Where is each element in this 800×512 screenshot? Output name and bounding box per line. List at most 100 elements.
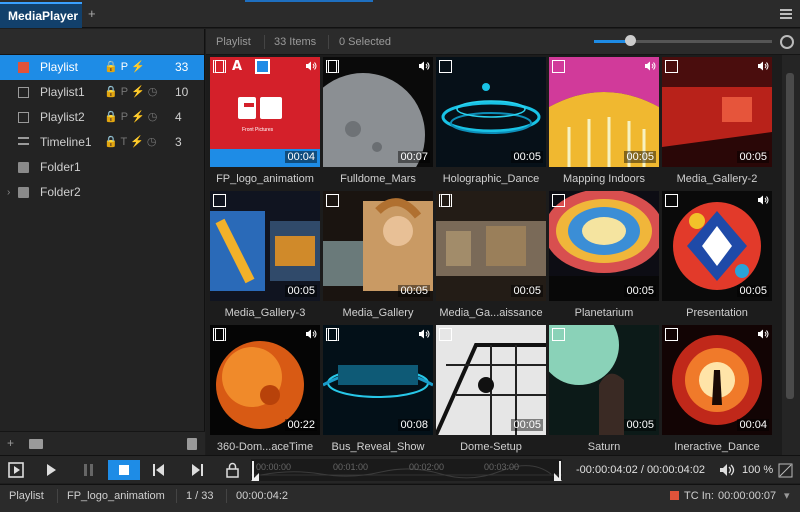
play-from-start-button[interactable]: [6, 460, 28, 480]
duration-label: 00:05: [511, 285, 543, 297]
image-icon: [326, 194, 339, 207]
next-button[interactable]: [186, 460, 208, 480]
media-card[interactable]: 00:05 Presentation: [662, 191, 772, 322]
add-folder-icon[interactable]: [29, 439, 43, 449]
timeline-tick: 00:00:00: [256, 462, 292, 472]
sidebar-item-count: 3: [175, 135, 182, 149]
media-thumbnail[interactable]: 00:05: [662, 191, 772, 301]
media-card[interactable]: 00:07 Fulldome_Mars: [323, 57, 433, 188]
tc-value: 00:00:00:07: [718, 490, 777, 502]
media-card[interactable]: 00:05 Mapping Indoors: [549, 57, 659, 188]
sidebar-item-flags[interactable]: 🔒 P ⚡: [104, 55, 174, 80]
media-thumbnail[interactable]: 00:07: [323, 57, 433, 167]
sidebar-item-label: Playlist1: [40, 85, 85, 99]
media-label: Fulldome_Mars: [340, 173, 416, 185]
folder-icon: [18, 187, 29, 198]
tc-label: TC In:: [684, 490, 714, 502]
expand-icon[interactable]: ›: [7, 180, 10, 205]
play-button[interactable]: [40, 460, 62, 480]
timeline-tick: 00:01:00: [333, 462, 369, 472]
volume-icon[interactable]: [716, 460, 738, 480]
timeline-scrubber[interactable]: 00:00:00 00:01:00 00:02:00 00:03:00: [251, 459, 562, 481]
media-thumbnail[interactable]: 00:05: [436, 191, 546, 301]
media-card[interactable]: 00:05 Media_Gallery-3: [210, 191, 320, 322]
chevron-down-icon[interactable]: ▾: [784, 485, 790, 507]
vertical-scrollbar[interactable]: [782, 55, 800, 455]
trash-icon[interactable]: [187, 438, 197, 450]
playlist-red-icon: [18, 62, 29, 73]
media-thumbnail[interactable]: 00:05: [549, 57, 659, 167]
add-item-button[interactable]: +: [7, 436, 14, 450]
add-tab-button[interactable]: +: [88, 6, 96, 21]
media-thumbnail[interactable]: 00:05: [436, 57, 546, 167]
audio-icon: [418, 61, 430, 71]
media-label: FP_logo_animatiom: [216, 173, 314, 185]
video-icon: [326, 328, 339, 341]
media-thumbnail[interactable]: Front Pictures A 00:04: [210, 57, 320, 167]
duration-label: 00:05: [511, 419, 543, 431]
media-card[interactable]: 00:05 Saturn: [549, 325, 659, 455]
media-thumbnail[interactable]: 00:05: [549, 325, 659, 435]
sidebar-item-label: Folder2: [40, 185, 81, 199]
audio-icon: [757, 329, 769, 339]
duration-label: 00:05: [624, 151, 656, 163]
thumbnail-size-slider[interactable]: [594, 40, 772, 43]
divider: [226, 489, 227, 503]
media-label: Ineractive_Dance: [674, 441, 760, 453]
audio-icon: [305, 61, 317, 71]
media-card[interactable]: 00:05 Holographic_Dance: [436, 57, 546, 188]
media-thumbnail[interactable]: 00:05: [210, 191, 320, 301]
eye-icon[interactable]: [780, 35, 794, 49]
previous-button[interactable]: [148, 460, 170, 480]
media-thumbnail[interactable]: 00:05: [436, 325, 546, 435]
media-thumbnail[interactable]: 00:05: [323, 191, 433, 301]
duration-label: 00:22: [285, 419, 317, 431]
menu-icon[interactable]: [780, 9, 792, 19]
status-bar: Playlist FP_logo_animatiom 1 / 33 00:00:…: [0, 484, 800, 512]
audio-icon: [644, 61, 656, 71]
video-icon: [326, 60, 339, 73]
media-thumbnail[interactable]: 00:05: [662, 57, 772, 167]
duration-label: 00:05: [737, 151, 769, 163]
sidebar-item-folder1[interactable]: Folder1: [0, 155, 204, 180]
slider-handle[interactable]: [624, 35, 636, 46]
volume-level[interactable]: 100 %: [742, 456, 773, 484]
media-card[interactable]: Front Pictures A 00:04 FP_logo_animatiom: [210, 57, 320, 188]
sidebar-item-playlist[interactable]: Playlist 🔒 P ⚡ 33: [0, 55, 204, 80]
media-card[interactable]: 00:05 Media_Gallery: [323, 191, 433, 322]
media-card[interactable]: 00:05 Media_Ga...aissance: [436, 191, 546, 322]
media-card[interactable]: 00:05 Planetarium: [549, 191, 659, 322]
media-card[interactable]: 00:22 360-Dom...aceTime: [210, 325, 320, 455]
playlist-icon: [18, 112, 29, 123]
sidebar-item-label: Playlist2: [40, 110, 85, 124]
sidebar-item-flags[interactable]: 🔒 P ⚡ ◷: [104, 80, 174, 105]
pause-button[interactable]: [78, 460, 100, 480]
divider: [328, 35, 329, 49]
tab-mediaplayer[interactable]: MediaPlayer: [0, 2, 82, 28]
media-card[interactable]: 00:08 Bus_Reveal_Show: [323, 325, 433, 455]
duration-label: 00:04: [737, 419, 769, 431]
lock-icon[interactable]: [222, 460, 244, 480]
scrollbar-thumb[interactable]: [786, 73, 794, 399]
media-grid: Front Pictures A 00:04 FP_logo_animatiom 00:…: [206, 55, 782, 455]
video-icon: [213, 60, 226, 73]
resize-icon[interactable]: [777, 460, 795, 480]
media-card[interactable]: 00:04 Ineractive_Dance: [662, 325, 772, 455]
sidebar-item-flags[interactable]: 🔒 T ⚡ ◷: [104, 130, 174, 155]
sidebar-item-timeline1[interactable]: Timeline1 🔒 T ⚡ ◷ 3: [0, 130, 204, 155]
stop-button[interactable]: [108, 460, 140, 480]
sidebar-item-flags[interactable]: 🔒 P ⚡ ◷: [104, 105, 174, 130]
sidebar-item-playlist2[interactable]: Playlist2 🔒 P ⚡ ◷ 4: [0, 105, 204, 130]
media-card[interactable]: 00:05 Media_Gallery-2: [662, 57, 772, 188]
media-card[interactable]: 00:05 Dome-Setup: [436, 325, 546, 455]
sidebar-item-folder2[interactable]: › Folder2: [0, 180, 204, 205]
duration-label: 00:05: [398, 285, 430, 297]
sidebar-header: [0, 29, 204, 55]
image-icon: [552, 60, 565, 73]
media-thumbnail[interactable]: 00:08: [323, 325, 433, 435]
media-thumbnail[interactable]: 00:22: [210, 325, 320, 435]
media-label: Presentation: [686, 307, 748, 319]
media-thumbnail[interactable]: 00:05: [549, 191, 659, 301]
sidebar-item-playlist1[interactable]: Playlist1 🔒 P ⚡ ◷ 10: [0, 80, 204, 105]
media-thumbnail[interactable]: 00:04: [662, 325, 772, 435]
